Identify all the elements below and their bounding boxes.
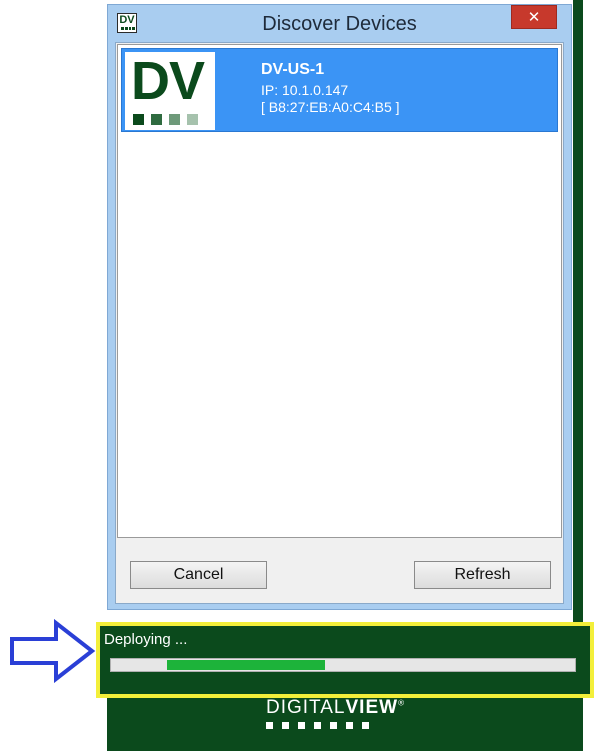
window-title: Discover Devices [262, 13, 417, 35]
deploy-progress-bar [110, 658, 576, 672]
brand-light-text: DIGITAL [266, 697, 346, 718]
dialog-client-area: DV DV-US-1 IP: 10.1.0.147 [ B8:27:EB:A0:… [115, 42, 564, 604]
title-bar[interactable]: DV Discover Devices ✕ [108, 5, 571, 43]
background-green-edge [573, 0, 583, 625]
device-mac-address: [ B8:27:EB:A0:C4:B5 ] [261, 99, 400, 115]
cancel-button[interactable]: Cancel [130, 561, 267, 589]
deploy-status-text: Deploying ... [104, 631, 188, 648]
arrow-annotation-icon [10, 619, 96, 683]
refresh-button[interactable]: Refresh [414, 561, 551, 589]
device-list-item[interactable]: DV DV-US-1 IP: 10.1.0.147 [ B8:27:EB:A0:… [121, 48, 558, 132]
device-ip: IP: 10.1.0.147 [261, 82, 349, 98]
logo-square-4 [187, 114, 198, 125]
deploy-progress-fill [167, 660, 325, 670]
deploy-status-highlight: Deploying ... [96, 622, 594, 698]
close-icon: ✕ [527, 9, 541, 26]
logo-square-3 [169, 114, 180, 125]
device-logo-text: DV [131, 51, 205, 111]
device-name: DV-US-1 [261, 61, 325, 78]
close-button[interactable]: ✕ [511, 5, 557, 29]
digitalview-brand: DIGITALVIEW® [266, 697, 405, 719]
discover-devices-dialog: DV Discover Devices ✕ DV DV-US-1 IP: 10.… [107, 4, 572, 610]
logo-square-1 [133, 114, 144, 125]
logo-square-2 [151, 114, 162, 125]
device-logo: DV [125, 52, 215, 130]
brand-bold-text: VIEW [345, 697, 399, 718]
device-list[interactable]: DV DV-US-1 IP: 10.1.0.147 [ B8:27:EB:A0:… [117, 44, 562, 538]
brand-dots [266, 722, 369, 729]
brand-registered-mark: ® [398, 698, 405, 708]
